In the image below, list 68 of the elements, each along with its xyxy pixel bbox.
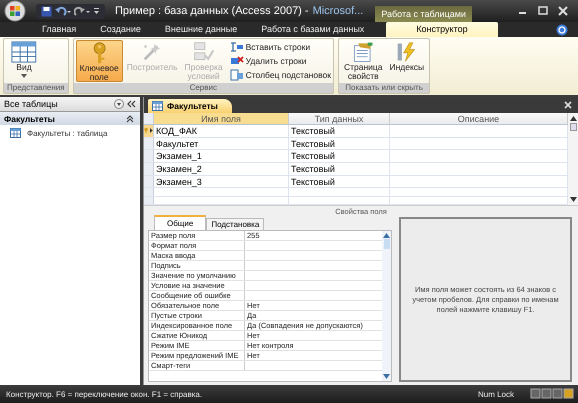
save-icon[interactable]	[41, 6, 52, 16]
ribbon-button[interactable]: Столбец подстановок	[230, 69, 331, 81]
ribbon-tab[interactable]: Главная	[30, 22, 88, 37]
insert-rows-icon	[230, 41, 244, 53]
lightning-icon	[396, 41, 418, 63]
table-cell[interactable]: Текстовый	[289, 150, 390, 162]
ribbon-button[interactable]: Удалить строки	[230, 55, 331, 67]
ribbon-button[interactable]: Ключевое поле	[76, 40, 123, 82]
table-cell[interactable]: Факультет	[154, 138, 289, 150]
ribbon-tab[interactable]: Конструктор	[386, 22, 498, 37]
customize-icon[interactable]	[93, 6, 100, 16]
ribbon-button[interactable]: Вставить строки	[230, 41, 331, 53]
properties-tab[interactable]: Подстановка	[206, 218, 264, 230]
collapse-icon[interactable]	[126, 114, 134, 122]
app-name: Microsof...	[312, 5, 364, 17]
key-icon	[90, 42, 108, 64]
undo-icon[interactable]	[55, 6, 71, 16]
scroll-thumb[interactable]	[384, 239, 390, 249]
status-text: Конструктор. F6 = переключение окон. F1 = справка.	[6, 390, 202, 398]
ribbon-button[interactable]: Индексы	[386, 40, 428, 82]
scroll-down-icon[interactable]	[570, 197, 576, 202]
nav-item[interactable]: Факультеты : таблица	[0, 125, 118, 141]
group-label: Сервис	[74, 83, 333, 93]
ribbon-tab[interactable]: Создание	[88, 22, 153, 37]
dropdown-icon[interactable]	[114, 99, 124, 109]
office-button-icon[interactable]	[4, 0, 26, 22]
scrollbar[interactable]	[568, 113, 578, 205]
current-row-icon	[150, 127, 153, 134]
ribbon-button[interactable]: Страница свойств	[340, 40, 386, 82]
help-icon[interactable]	[556, 24, 568, 36]
properties-tab[interactable]: Общие	[154, 215, 206, 230]
document-tab[interactable]: Факультеты	[148, 99, 232, 113]
scroll-up-icon[interactable]	[570, 116, 576, 121]
ribbon-button[interactable]: Вид	[6, 40, 42, 82]
maximize-icon[interactable]	[538, 6, 548, 16]
redo-icon[interactable]	[74, 6, 90, 16]
table-cell[interactable]: Текстовый	[289, 125, 390, 137]
column-icon	[230, 69, 244, 81]
group-label: Представления	[4, 83, 68, 93]
table-cell[interactable]: Экзамен_2	[154, 163, 289, 175]
table-cell[interactable]: Текстовый	[289, 138, 390, 150]
property-sheet-icon	[352, 41, 374, 63]
row-selector[interactable]	[144, 125, 154, 137]
table-cell[interactable]: Текстовый	[289, 176, 390, 188]
ribbon-tab[interactable]: Работа с базами данных	[249, 22, 376, 37]
table-icon	[11, 41, 37, 63]
column-header[interactable]: Тип данных	[289, 113, 390, 124]
window-title: Пример : база данных (Access 2007) -	[115, 5, 309, 17]
group-label: Показать или скрыть	[338, 83, 430, 93]
delete-rows-icon	[230, 55, 244, 67]
collapse-pane-icon[interactable]	[127, 100, 136, 108]
status-indicator: Num Lock	[478, 390, 515, 398]
checklist-icon	[192, 41, 215, 63]
scrollbar[interactable]	[382, 231, 391, 381]
close-icon[interactable]	[558, 6, 568, 16]
table-cell[interactable]: Экзамен_1	[154, 150, 289, 162]
column-header[interactable]: Имя поля	[154, 113, 289, 124]
table-cell[interactable]: Экзамен_3	[154, 176, 289, 188]
table-icon	[152, 101, 163, 111]
view-buttons-icon[interactable]	[530, 388, 574, 400]
table-cell[interactable]: Текстовый	[289, 163, 390, 175]
ribbon-tab[interactable]: Внешние данные	[152, 22, 250, 37]
scroll-thumb[interactable]	[570, 123, 576, 131]
context-tab-label: Работа с таблицами	[375, 6, 472, 22]
close-icon[interactable]	[564, 101, 572, 109]
nav-pane-title: Все таблицы	[4, 99, 58, 109]
table-icon	[10, 128, 21, 138]
table-cell[interactable]: КОД_ФАК	[154, 125, 289, 137]
